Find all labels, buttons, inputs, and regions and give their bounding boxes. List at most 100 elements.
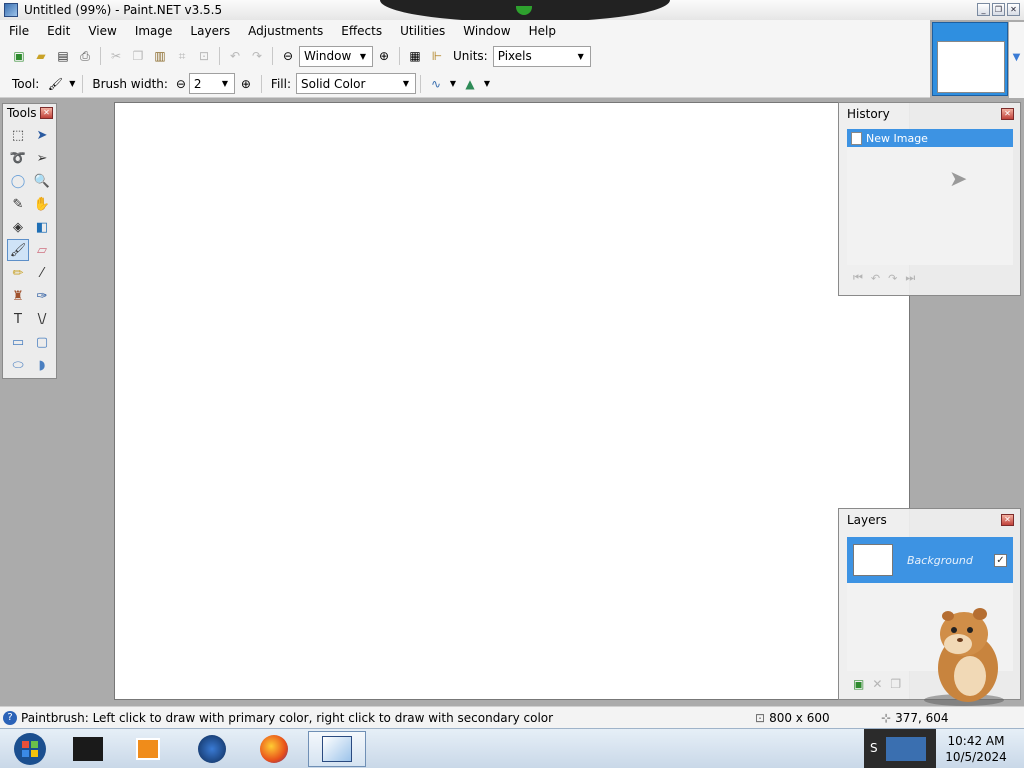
taskbar-app-paintnet-icon[interactable] — [308, 731, 366, 767]
thumbnail-scroll-button[interactable]: ▼ — [1009, 22, 1024, 98]
paint-bucket-tool[interactable]: ◈ — [7, 216, 29, 238]
history-item-label: New Image — [866, 131, 928, 145]
menu-effects[interactable]: Effects — [332, 24, 391, 38]
move-selection-tool[interactable]: ➢ — [31, 147, 53, 169]
clone-stamp-tool[interactable]: ♜ — [7, 285, 29, 307]
history-panel-header: History ✕ — [839, 103, 1020, 125]
fill-label: Fill: — [270, 76, 291, 91]
history-item[interactable]: New Image — [847, 129, 1013, 147]
units-select[interactable]: Pixels ▼ — [492, 45, 591, 67]
cursor-arrow-icon: ➤ — [949, 167, 968, 192]
line-curve-tool[interactable]: \/ — [31, 308, 53, 330]
duplicate-layer-icon[interactable]: ❐ — [890, 677, 901, 691]
ellipse-tool[interactable]: ⬭ — [7, 354, 29, 376]
separator — [260, 74, 262, 93]
lasso-select-tool[interactable]: ➰ — [7, 147, 29, 169]
close-button[interactable]: ✕ — [1007, 3, 1020, 16]
paintnet-app-icon[interactable] — [4, 3, 18, 17]
chevron-down-icon[interactable]: ▼ — [66, 74, 78, 94]
close-icon[interactable]: ✕ — [1001, 108, 1014, 120]
fill-select[interactable]: Solid Color ▼ — [296, 73, 416, 94]
redo-icon[interactable]: ↷ — [888, 272, 897, 285]
zoom-tool[interactable]: 🔍 — [31, 170, 53, 192]
taskbar-app-media-player-icon[interactable] — [122, 731, 174, 767]
deselect-icon[interactable]: ⊡ — [193, 46, 215, 66]
menu-layers[interactable]: Layers — [181, 24, 239, 38]
menu-help[interactable]: Help — [520, 24, 565, 38]
alpha-blending-icon[interactable]: ▲ — [459, 74, 481, 94]
layer-thumbnail — [853, 544, 893, 576]
recolor-tool[interactable]: ✑ — [31, 285, 53, 307]
gradient-tool[interactable]: ◧ — [31, 216, 53, 238]
taskbar-app-terminal-icon[interactable] — [62, 731, 114, 767]
restore-button[interactable]: ❐ — [992, 3, 1005, 16]
cursor-position-icon: ⊹ — [881, 710, 892, 725]
firefox-icon[interactable] — [248, 731, 300, 767]
cut-icon[interactable]: ✂ — [105, 46, 127, 66]
layer-name: Background — [907, 553, 973, 567]
decrease-width-icon[interactable]: ⊖ — [173, 74, 189, 94]
zoom-out-icon[interactable]: ⊖ — [277, 46, 299, 66]
chevron-down-icon[interactable]: ▼ — [481, 74, 493, 94]
increase-width-icon[interactable]: ⊕ — [235, 74, 257, 94]
paintbrush-icon[interactable]: 🖌 — [44, 74, 66, 94]
brush-width-value: 2 — [193, 76, 202, 91]
rulers-icon[interactable]: ⊩ — [426, 46, 448, 66]
menu-file[interactable]: File — [0, 24, 38, 38]
close-icon[interactable]: ✕ — [40, 107, 53, 119]
minimize-button[interactable]: _ — [977, 3, 990, 16]
chevron-down-icon[interactable]: ▼ — [447, 74, 459, 94]
layer-visibility-checkbox[interactable]: ✓ — [994, 553, 1007, 567]
fast-forward-icon[interactable]: ⏭ — [905, 271, 915, 285]
zoom-value: Window — [304, 49, 352, 63]
zoom-in-icon[interactable]: ⊕ — [373, 46, 395, 66]
print-icon[interactable]: ⎙ — [74, 46, 96, 66]
menu-utilities[interactable]: Utilities — [391, 24, 454, 38]
history-list: New Image ➤ — [847, 129, 1013, 265]
color-picker-tool[interactable]: ⁄ — [31, 262, 53, 284]
menu-window[interactable]: Window — [454, 24, 519, 38]
antialiasing-icon[interactable]: ∿ — [425, 74, 447, 94]
redo-icon[interactable]: ↷ — [246, 46, 268, 66]
layer-row[interactable]: Background ✓ — [847, 537, 1013, 583]
rewind-icon[interactable]: ⏮ — [853, 271, 863, 285]
crop-to-selection-icon[interactable]: ⌗ — [171, 46, 193, 66]
grid-icon[interactable]: ▦ — [404, 46, 426, 66]
close-icon[interactable]: ✕ — [1001, 514, 1014, 526]
image-thumbnail[interactable] — [932, 22, 1008, 96]
undo-icon[interactable]: ↶ — [224, 46, 246, 66]
menu-view[interactable]: View — [79, 24, 125, 38]
zoom-select[interactable]: Window ▼ — [299, 45, 373, 67]
new-image-icon[interactable]: ▣ — [8, 46, 30, 66]
pencil-tool[interactable]: ✏ — [7, 262, 29, 284]
magic-wand-tool[interactable]: ✎ — [7, 193, 29, 215]
undo-icon[interactable]: ↶ — [871, 272, 880, 285]
rectangle-select-tool[interactable]: ⬚ — [7, 124, 29, 146]
copy-icon[interactable]: ❐ — [127, 46, 149, 66]
tray-projector-icon[interactable] — [886, 737, 926, 761]
text-tool[interactable]: T — [7, 308, 29, 330]
start-button[interactable] — [4, 731, 56, 767]
taskbar-clock[interactable]: 10:42 AM 10/5/2024 — [936, 733, 1016, 765]
tray-s-icon[interactable]: S — [870, 741, 878, 755]
image-canvas[interactable] — [114, 102, 910, 700]
taskbar-app-browser-icon[interactable] — [186, 731, 238, 767]
rounded-rectangle-tool[interactable]: ▢ — [31, 331, 53, 353]
save-icon[interactable]: ▤ — [52, 46, 74, 66]
ellipse-select-tool[interactable]: ◯ — [7, 170, 29, 192]
menu-adjustments[interactable]: Adjustments — [239, 24, 332, 38]
freeform-shape-tool[interactable]: ◗ — [31, 354, 53, 376]
paste-icon[interactable]: ▥ — [149, 46, 171, 66]
brush-width-label: Brush width: — [92, 76, 168, 91]
pan-tool[interactable]: ✋ — [31, 193, 53, 215]
eraser-tool[interactable]: ▱ — [31, 239, 53, 261]
menu-image[interactable]: Image — [126, 24, 182, 38]
paintbrush-tool[interactable]: 🖌 — [7, 239, 29, 261]
brush-width-select[interactable]: 2 ▼ — [188, 73, 235, 94]
delete-layer-icon[interactable]: ✕ — [872, 677, 882, 691]
move-selected-pixels-tool[interactable]: ➤ — [31, 124, 53, 146]
add-layer-icon[interactable]: ▣ — [853, 677, 864, 691]
rectangle-tool[interactable]: ▭ — [7, 331, 29, 353]
open-folder-icon[interactable]: ▰ — [30, 46, 52, 66]
menu-edit[interactable]: Edit — [38, 24, 79, 38]
